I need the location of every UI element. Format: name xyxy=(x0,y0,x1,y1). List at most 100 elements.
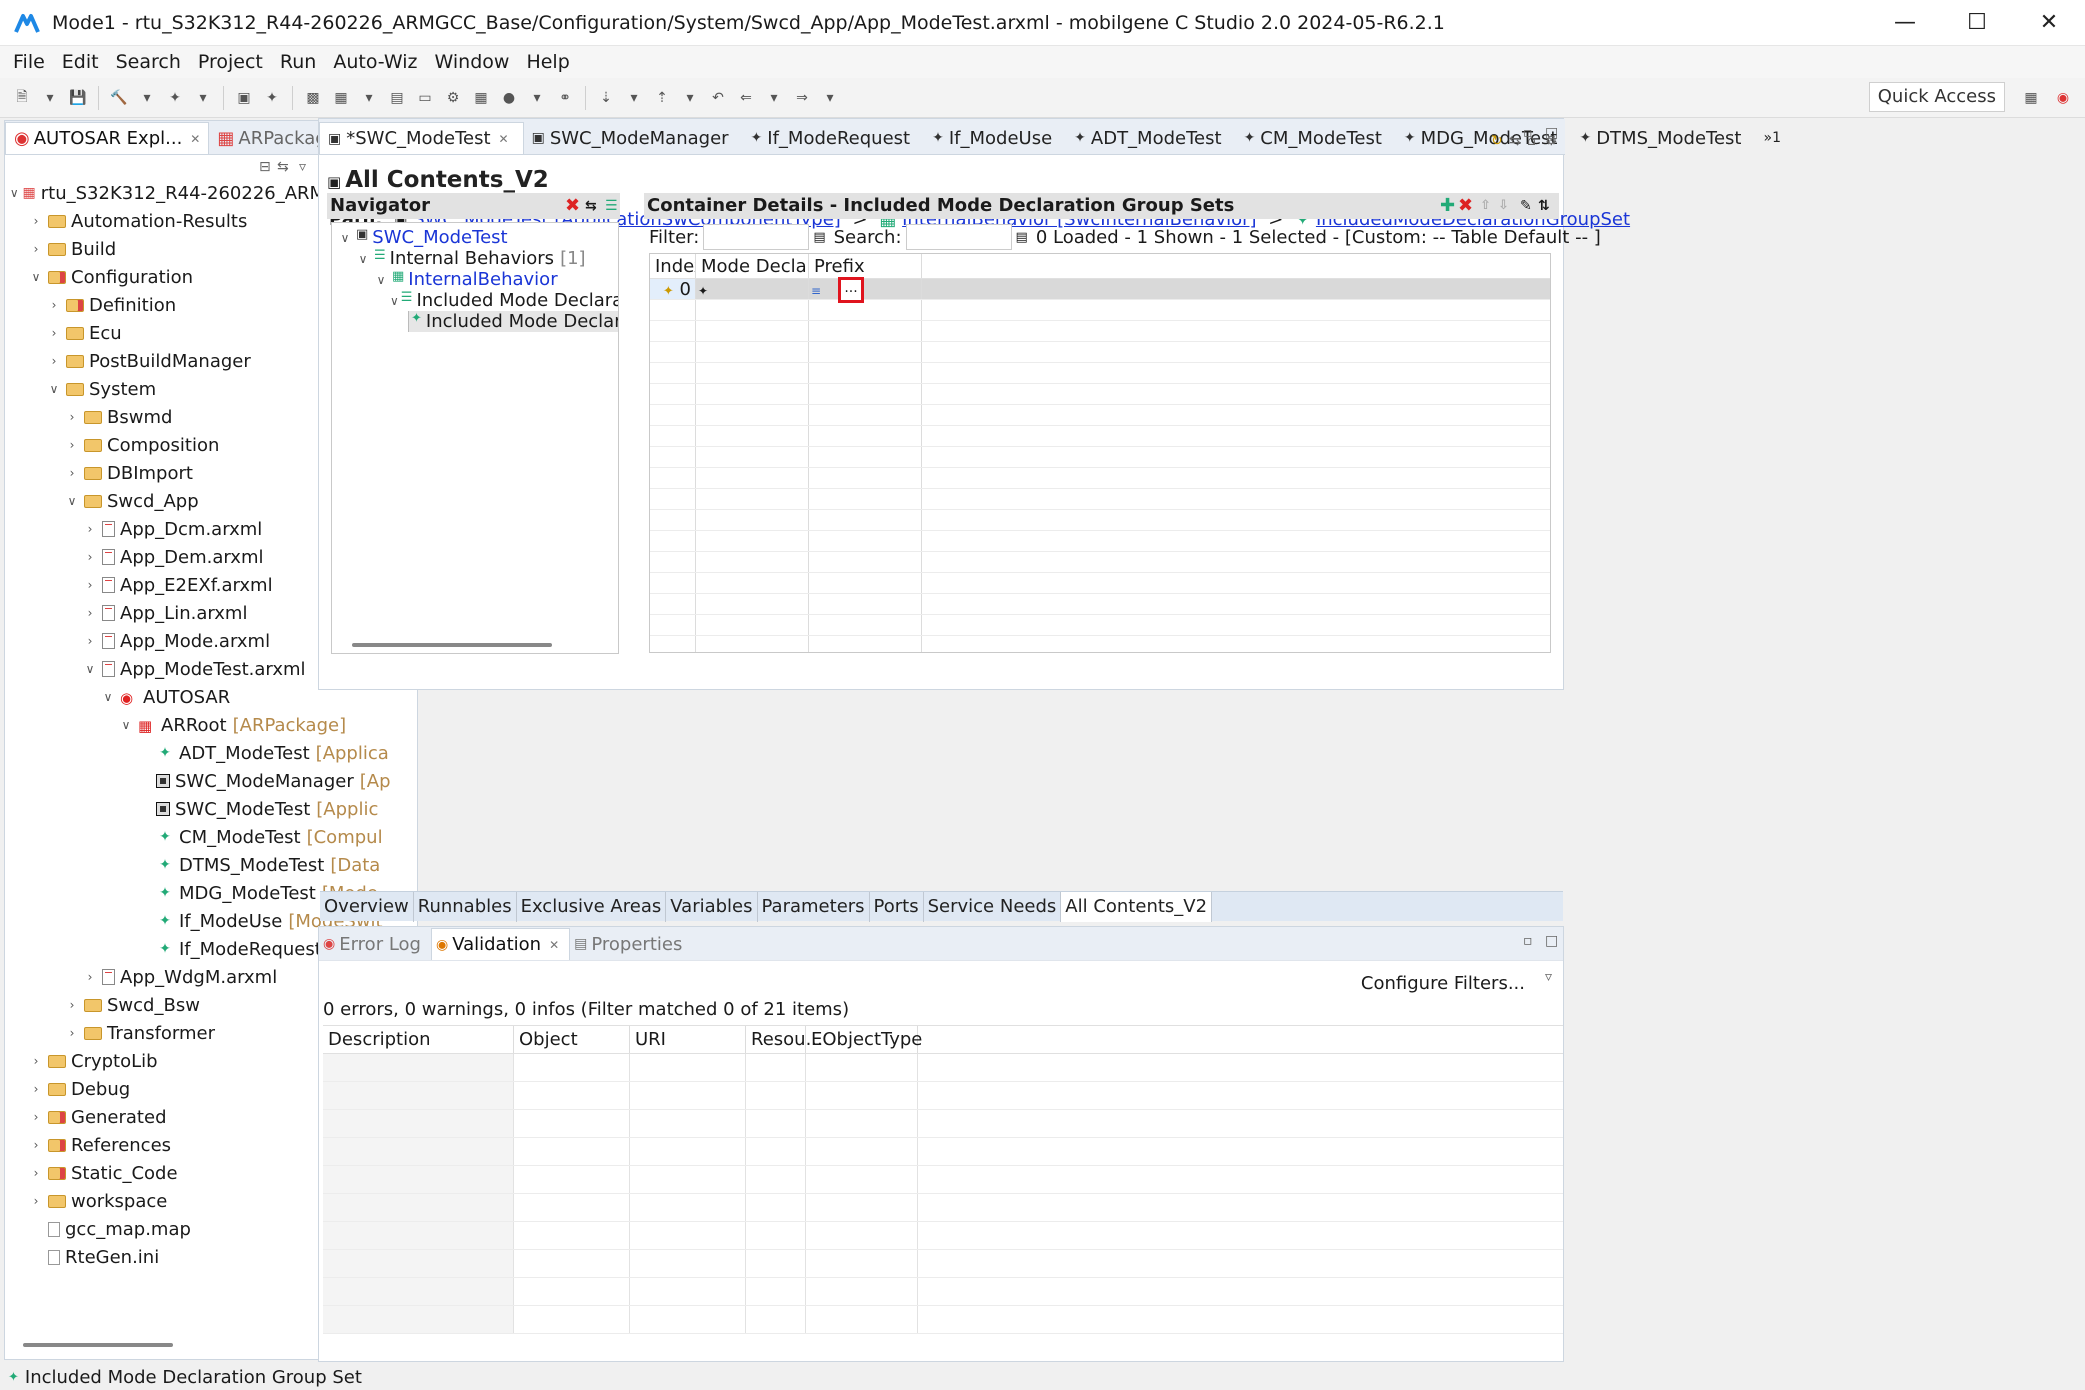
page-tab[interactable]: Parameters xyxy=(758,892,870,922)
menu-search[interactable]: Search xyxy=(111,51,193,73)
prev-annotation-icon[interactable]: ⇡ xyxy=(651,87,673,109)
column-eobjecttype[interactable]: EObjectType xyxy=(806,1026,922,1053)
back-icon[interactable]: ⇐ xyxy=(735,87,757,109)
filter-icon[interactable]: ▤ xyxy=(813,230,825,245)
link-icon[interactable]: ⚭ xyxy=(554,87,576,109)
dropdown-icon[interactable]: ▾ xyxy=(763,87,785,109)
tools-icon[interactable]: ⚙ xyxy=(442,87,464,109)
column-resource[interactable]: Resou... xyxy=(746,1026,823,1053)
window-icon[interactable]: ▭ xyxy=(414,87,436,109)
forward-icon[interactable]: ⇒ xyxy=(791,87,813,109)
minimize-view-icon[interactable]: ▫ xyxy=(1523,933,1533,949)
quick-access-input[interactable]: Quick Access xyxy=(1868,82,2005,112)
expand-toggle-icon[interactable]: ∨ xyxy=(99,690,117,704)
expand-toggle-icon[interactable]: › xyxy=(45,354,63,368)
menu-project[interactable]: Project xyxy=(193,51,275,73)
menu-auto-wiz[interactable]: Auto-Wiz xyxy=(328,51,429,73)
expand-toggle-icon[interactable]: › xyxy=(27,1054,45,1068)
tree-item[interactable]: ✦ DTMS_ModeTest [Data xyxy=(5,851,417,879)
help-icon[interactable]: ⚙ xyxy=(1545,133,1558,149)
prefix-cell[interactable]: ≡ xyxy=(809,279,922,299)
editor-tab[interactable]: ▣ SWC_ModeManager xyxy=(524,122,743,154)
menu-edit[interactable]: Edit xyxy=(57,51,111,73)
star-icon[interactable]: ✦ xyxy=(261,87,283,109)
tab-autosar-explorer[interactable]: ◉ AUTOSAR Expl... ✕ xyxy=(5,122,210,154)
close-button[interactable]: ✕ xyxy=(2013,0,2085,46)
tree-item[interactable]: ∨ ▦ ARRoot [ARPackage] xyxy=(5,711,417,739)
dropdown-icon[interactable]: ▾ xyxy=(39,87,61,109)
page-tab[interactable]: All Contents_V2 xyxy=(1061,892,1213,922)
page-tab[interactable]: Service Needs xyxy=(924,892,1062,922)
expand-toggle-icon[interactable]: ∨ xyxy=(354,252,372,266)
navigator-item[interactable]: ∨☰Included Mode Declaration Grou xyxy=(336,290,618,311)
sort-icon[interactable]: ⇅ xyxy=(1538,193,1550,219)
dropdown-icon[interactable]: ▾ xyxy=(192,87,214,109)
tree-item[interactable]: ✦ ADT_ModeTest [Applica xyxy=(5,739,417,767)
expand-toggle-icon[interactable]: › xyxy=(27,1110,45,1124)
dropdown-icon[interactable]: ▾ xyxy=(526,87,548,109)
tree-icon[interactable]: ☰ xyxy=(605,193,618,219)
terminal-icon[interactable]: ▣ xyxy=(233,87,255,109)
page-tab[interactable]: Ports xyxy=(870,892,924,922)
move-up-icon[interactable]: ⇧ xyxy=(1480,193,1491,219)
editor-tab[interactable]: ✦ CM_ModeTest xyxy=(1236,122,1396,154)
expand-toggle-icon[interactable]: ∨ xyxy=(45,382,63,396)
column-object[interactable]: Object xyxy=(514,1026,630,1053)
page-tab[interactable]: Overview xyxy=(320,892,414,922)
dropdown-icon[interactable]: ▾ xyxy=(358,87,380,109)
tab-validation[interactable]: ◉ Validation ✕ xyxy=(430,928,571,960)
tree-item[interactable]: ✦ CM_ModeTest [Compul xyxy=(5,823,417,851)
close-tab-icon[interactable]: ✕ xyxy=(190,132,200,146)
perspective-icon[interactable]: ◉ xyxy=(2052,87,2074,109)
table-row[interactable]: ✦ 0 ✦ ≡ xyxy=(650,279,1550,300)
link-editor-icon[interactable]: ⇆ xyxy=(277,159,289,175)
close-tab-icon[interactable]: ✕ xyxy=(549,938,559,952)
expand-toggle-icon[interactable]: › xyxy=(27,1194,45,1208)
expand-toggle-icon[interactable]: ∨ xyxy=(63,494,81,508)
expand-toggle-icon[interactable]: › xyxy=(81,606,99,620)
column-prefix[interactable]: Prefix xyxy=(809,254,922,278)
menu-run[interactable]: Run xyxy=(275,51,328,73)
link-icon[interactable]: ⇆ xyxy=(1509,133,1521,149)
column-mode-declaration[interactable]: Mode Declarati... xyxy=(696,254,809,278)
dropdown-icon[interactable]: ▾ xyxy=(623,87,645,109)
menu-help[interactable]: Help xyxy=(521,51,581,73)
run-icon[interactable]: ● xyxy=(498,87,520,109)
expand-toggle-icon[interactable]: › xyxy=(63,998,81,1012)
minimize-button[interactable]: — xyxy=(1869,0,1941,46)
tab-error-log[interactable]: ◉ Error Log xyxy=(319,928,431,960)
collapse-all-icon[interactable]: ⊟ xyxy=(259,159,271,175)
expand-toggle-icon[interactable]: › xyxy=(81,578,99,592)
open-perspective-icon[interactable]: ▦ xyxy=(2020,87,2042,109)
expand-toggle-icon[interactable]: › xyxy=(81,970,99,984)
column-index[interactable]: Index xyxy=(650,254,696,278)
editor-tab[interactable]: ✦ ADT_ModeTest xyxy=(1066,122,1235,154)
add-icon[interactable]: ✚ xyxy=(1440,193,1455,219)
expand-toggle-icon[interactable]: › xyxy=(63,466,81,480)
expand-toggle-icon[interactable]: ∨ xyxy=(27,270,45,284)
expand-toggle-icon[interactable]: › xyxy=(45,298,63,312)
tree-item[interactable]: SWC_ModeManager [Ap xyxy=(5,767,417,795)
page-tab[interactable]: Exclusive Areas xyxy=(517,892,667,922)
editor-tab[interactable]: ✦ If_ModeUse xyxy=(924,122,1066,154)
menu-file[interactable]: File xyxy=(8,51,57,73)
filter-input[interactable] xyxy=(703,224,810,250)
close-tab-icon[interactable]: ✕ xyxy=(499,132,509,146)
delete-icon[interactable]: ✖ xyxy=(1458,193,1473,219)
search-icon[interactable]: ▤ xyxy=(1016,230,1028,245)
home-icon[interactable]: ⌂ xyxy=(1527,133,1536,149)
grid-icon[interactable]: ▦ xyxy=(470,87,492,109)
expand-toggle-icon[interactable]: ∨ xyxy=(81,662,99,676)
expand-toggle-icon[interactable]: › xyxy=(63,1026,81,1040)
navigator-scrollbar[interactable] xyxy=(352,643,552,647)
expand-toggle-icon[interactable]: › xyxy=(81,634,99,648)
menu-window[interactable]: Window xyxy=(430,51,522,73)
page-tab[interactable]: Variables xyxy=(666,892,758,922)
expand-toggle-icon[interactable]: › xyxy=(63,438,81,452)
expand-toggle-icon[interactable]: › xyxy=(81,522,99,536)
browse-ellipsis-button[interactable]: ... xyxy=(838,277,864,303)
editor-tab[interactable]: ✦ DTMS_ModeTest xyxy=(1571,122,1755,154)
view-menu-icon[interactable]: ▿ xyxy=(299,159,306,175)
next-annotation-icon[interactable]: ⇣ xyxy=(595,87,617,109)
tab-properties[interactable]: ▤ Properties xyxy=(570,928,692,960)
